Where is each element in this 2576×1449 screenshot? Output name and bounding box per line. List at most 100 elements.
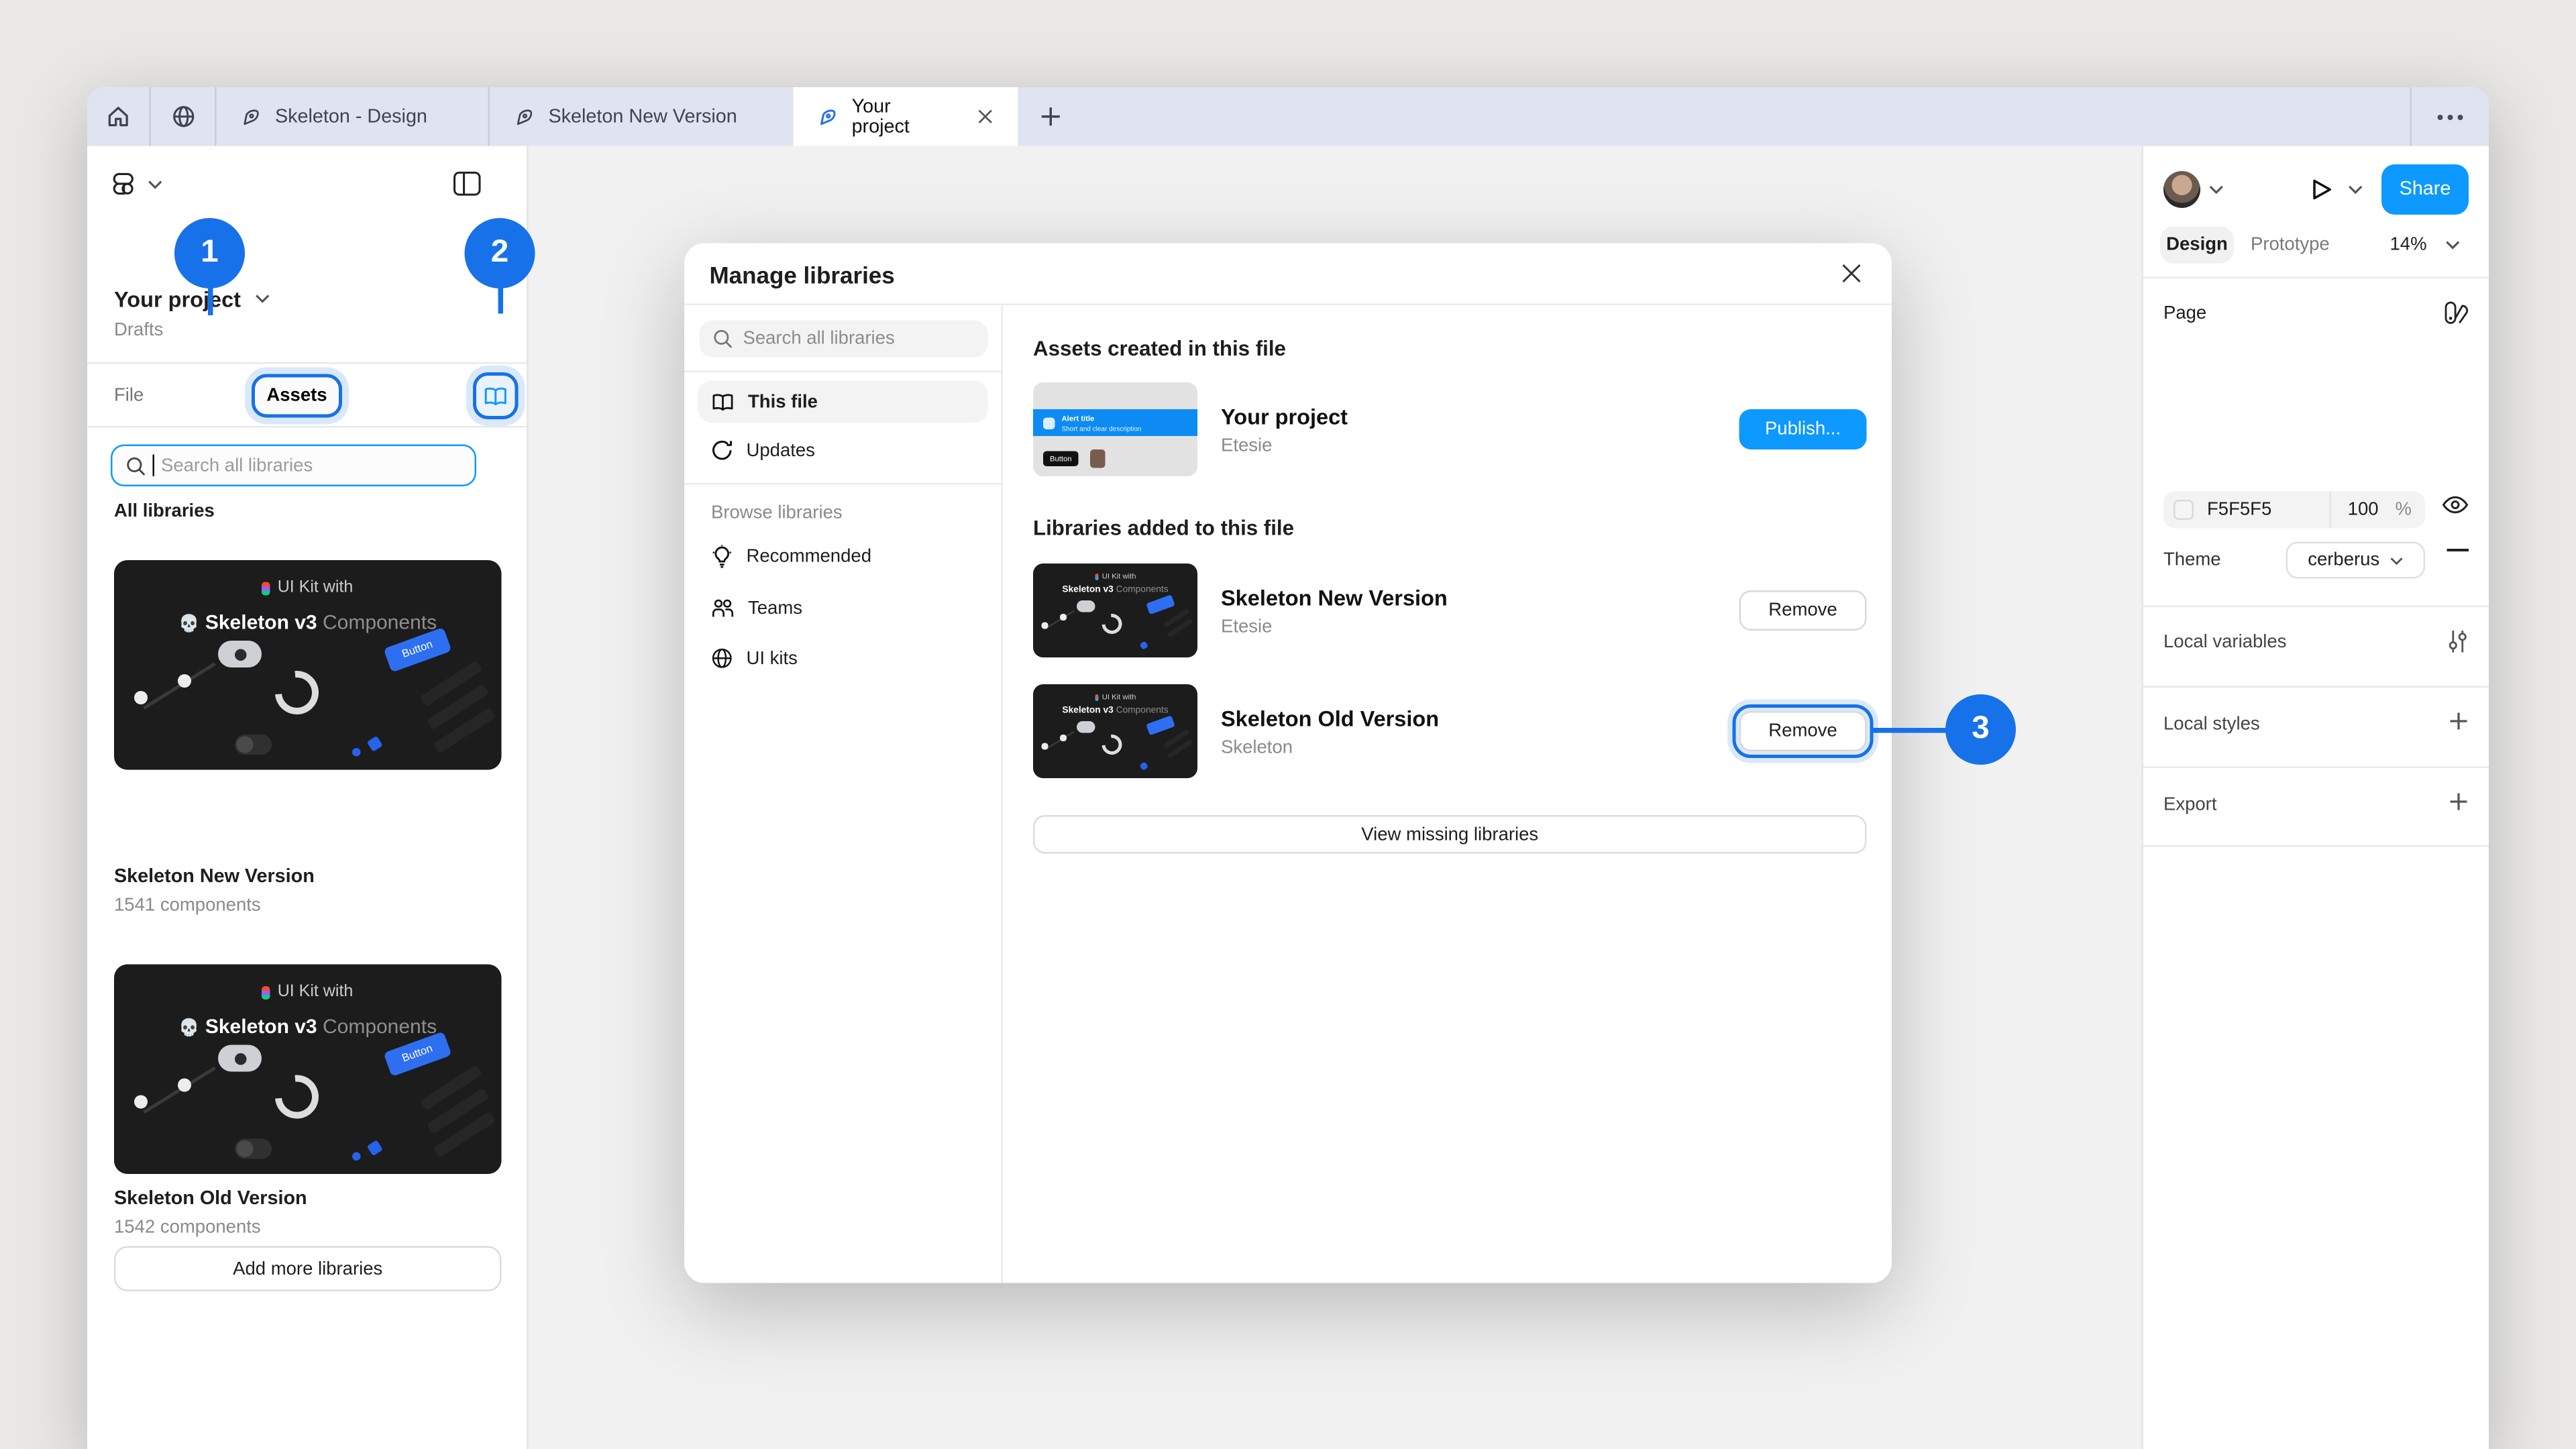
local-styles-label: Local styles bbox=[2163, 714, 2260, 735]
browse-libraries-label: Browse libraries bbox=[711, 503, 843, 523]
modal-nav-updates[interactable]: Updates bbox=[698, 429, 988, 472]
pen-file-icon bbox=[240, 106, 262, 128]
book-icon bbox=[483, 385, 508, 407]
decor-button-chip: Button bbox=[383, 1031, 451, 1077]
tab-skeleton-new-version[interactable]: Skeleton New Version bbox=[490, 87, 794, 146]
modal-nav-recommended[interactable]: Recommended bbox=[698, 535, 988, 578]
theme-value: cerberus bbox=[2308, 550, 2379, 570]
tab-prototype[interactable]: Prototype bbox=[2251, 235, 2330, 255]
divider bbox=[2143, 686, 2489, 688]
avatar-decor bbox=[1090, 449, 1106, 468]
adjust-icon bbox=[2447, 629, 2469, 655]
skull-icon: 💀 bbox=[178, 1020, 199, 1038]
asset-title: Your project bbox=[1221, 403, 1348, 429]
library-search-field[interactable]: Search all libraries bbox=[111, 445, 476, 487]
library-thumbnail: UI Kit with Skeleton v3 Components bbox=[1033, 564, 1197, 657]
tab-bar: Skeleton - Design Skeleton New Version Y… bbox=[87, 87, 2489, 146]
modal-title: Manage libraries bbox=[710, 262, 895, 288]
tab-skeleton-design[interactable]: Skeleton - Design bbox=[217, 87, 488, 146]
color-swatch[interactable] bbox=[2174, 500, 2194, 520]
visibility-button[interactable] bbox=[2442, 495, 2469, 515]
refresh-icon bbox=[711, 439, 733, 462]
divider bbox=[684, 371, 1002, 373]
remove-library-button-highlighted[interactable]: Remove bbox=[1739, 711, 1867, 751]
open-variables-button[interactable] bbox=[2447, 629, 2469, 655]
project-title[interactable]: Your project bbox=[114, 287, 241, 313]
page-color-field[interactable]: F5F5F5 100 % bbox=[2163, 492, 2425, 529]
book-icon bbox=[711, 392, 735, 412]
minus-icon bbox=[2447, 549, 2469, 552]
tab-design[interactable]: Design bbox=[2160, 227, 2234, 264]
modal-nav-teams[interactable]: Teams bbox=[698, 587, 988, 629]
opacity-value[interactable]: 100 bbox=[2348, 500, 2379, 520]
library-row-skeleton-old: UI Kit with Skeleton v3 Components Skele… bbox=[1033, 684, 1867, 778]
new-tab-button[interactable] bbox=[1018, 87, 1082, 146]
your-project-thumbnail: Alert title Short and clear description … bbox=[1033, 382, 1197, 476]
tab-file[interactable]: File bbox=[114, 386, 144, 406]
tab-label: Skeleton - Design bbox=[275, 107, 427, 127]
avatar[interactable] bbox=[2163, 171, 2200, 208]
window-menu-button[interactable] bbox=[2412, 87, 2489, 146]
divider bbox=[1002, 304, 1004, 1283]
present-play-icon[interactable] bbox=[2311, 178, 2333, 201]
modal-nav-ui-kits[interactable]: UI kits bbox=[698, 637, 988, 680]
library-card-meta: 1541 components bbox=[114, 896, 261, 916]
divider bbox=[2143, 767, 2489, 769]
zoom-chevron[interactable] bbox=[2445, 240, 2461, 250]
figma-mini-logo-icon bbox=[262, 582, 271, 595]
modal-close-button[interactable] bbox=[1840, 262, 1864, 285]
libraries-button[interactable] bbox=[473, 372, 519, 419]
all-libraries-header: All libraries bbox=[114, 502, 215, 522]
add-more-libraries-button[interactable]: Add more libraries bbox=[114, 1246, 502, 1292]
lightbulb-icon bbox=[711, 544, 733, 568]
zoom-level[interactable]: 14% bbox=[2390, 235, 2427, 255]
tab-your-project[interactable]: Your project bbox=[794, 87, 1018, 146]
manage-libraries-modal: Manage libraries Search all libraries Th… bbox=[684, 244, 1892, 1283]
globe-icon bbox=[170, 104, 196, 129]
color-hex[interactable]: F5F5F5 bbox=[2207, 500, 2271, 520]
share-button[interactable]: Share bbox=[2381, 164, 2469, 215]
divider bbox=[87, 426, 527, 428]
tab-assets[interactable]: Assets bbox=[252, 374, 342, 418]
search-placeholder: Search all libraries bbox=[161, 455, 313, 476]
remove-theme-button[interactable] bbox=[2447, 549, 2469, 552]
add-style-button[interactable] bbox=[2449, 711, 2469, 731]
search-icon bbox=[126, 455, 146, 476]
sidebar-toggle-button[interactable] bbox=[453, 171, 482, 197]
publish-button[interactable]: Publish... bbox=[1739, 409, 1867, 449]
button-chip-decor: Button bbox=[1043, 452, 1079, 468]
library-card-title: Skeleton New Version bbox=[114, 867, 315, 888]
add-export-button[interactable] bbox=[2449, 792, 2469, 812]
home-button[interactable] bbox=[87, 87, 150, 146]
styles-button[interactable] bbox=[2444, 301, 2469, 326]
styles-icon bbox=[2444, 301, 2469, 326]
chevron-down-icon[interactable] bbox=[2348, 184, 2363, 195]
opacity-percent: % bbox=[2396, 500, 2412, 520]
chevron-down-icon bbox=[2445, 240, 2461, 250]
decor-pill bbox=[218, 1045, 262, 1072]
asset-row-your-project: Alert title Short and clear description … bbox=[1033, 382, 1867, 476]
library-card-thumbnail[interactable]: UI Kit with 💀 Skeleton v3 Components But… bbox=[114, 965, 502, 1175]
project-chevron[interactable] bbox=[255, 294, 270, 304]
chevron-down-icon[interactable] bbox=[2209, 184, 2224, 195]
theme-dropdown[interactable]: cerberus bbox=[2286, 542, 2426, 579]
library-card-thumbnail[interactable]: UI Kit with 💀 Skeleton v3 Components But… bbox=[114, 560, 502, 770]
modal-search-field[interactable]: Search all libraries bbox=[700, 321, 988, 358]
plus-icon bbox=[1039, 106, 1061, 128]
close-icon bbox=[1840, 262, 1864, 285]
close-tab-button[interactable] bbox=[976, 107, 995, 126]
remove-library-button[interactable]: Remove bbox=[1739, 590, 1867, 631]
divider bbox=[2143, 845, 2489, 847]
figma-mini-logo-icon bbox=[262, 985, 271, 999]
theme-label: Theme bbox=[2163, 550, 2221, 570]
community-button[interactable] bbox=[151, 87, 215, 146]
decor-toggle bbox=[235, 735, 272, 755]
close-icon bbox=[976, 107, 995, 126]
modal-nav-this-file[interactable]: This file bbox=[698, 381, 988, 423]
export-label: Export bbox=[2163, 795, 2216, 815]
view-missing-libraries-button[interactable]: View missing libraries bbox=[1033, 815, 1867, 854]
right-panel: Share Design Prototype 14% Page F5F5F5 1… bbox=[2142, 146, 2489, 1449]
decor-toggle bbox=[235, 1139, 272, 1159]
main-menu-button[interactable] bbox=[111, 168, 163, 201]
alert-decor: Alert title Short and clear description bbox=[1033, 409, 1197, 437]
